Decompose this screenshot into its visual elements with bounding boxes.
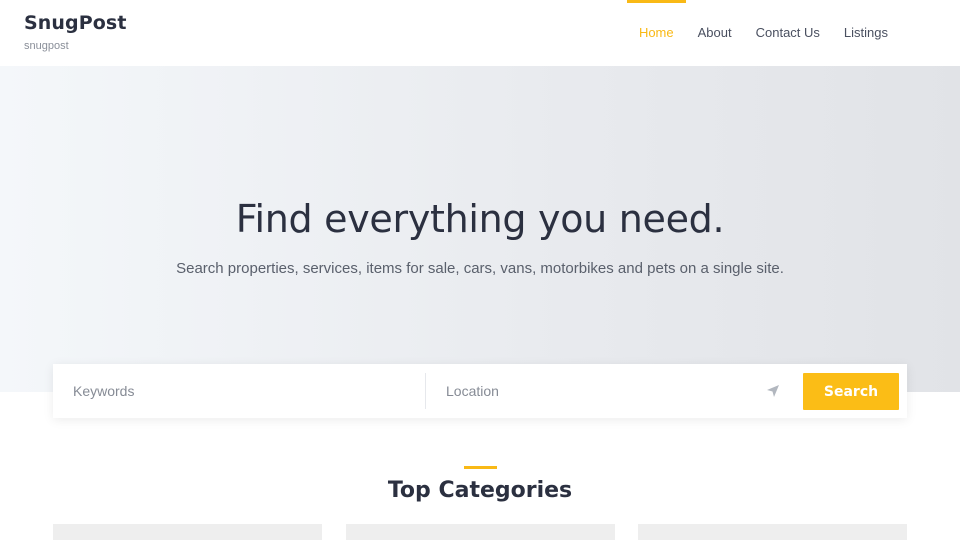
hero-title: Find everything you need. [235,197,725,241]
top-categories-title: Top Categories [387,478,573,503]
brand-name[interactable]: SnugPost [24,11,127,35]
nav-item-home[interactable]: Home [626,0,686,66]
location-arrow-icon[interactable] [764,382,782,400]
category-card[interactable] [346,524,615,540]
location-input[interactable] [426,364,756,418]
hero-subtitle: Search properties, services, items for s… [176,260,784,277]
keywords-input[interactable] [53,364,425,418]
brand-tagline: snugpost [24,40,69,52]
category-card[interactable] [638,524,907,540]
category-card[interactable] [53,524,322,540]
brand[interactable]: SnugPost snugpost [24,11,127,52]
nav-item-about[interactable]: About [686,0,744,66]
site-header: SnugPost snugpost Home About Contact Us … [0,0,960,66]
nav-item-listings[interactable]: Listings [832,0,900,66]
main-nav: Home About Contact Us Listings [626,0,900,66]
section-accent-line [464,466,497,469]
search-button[interactable]: Search [803,373,899,410]
nav-item-contact-us[interactable]: Contact Us [744,0,832,66]
search-bar: Search [53,364,907,418]
hero-section: Find everything you need. Search propert… [0,66,960,392]
